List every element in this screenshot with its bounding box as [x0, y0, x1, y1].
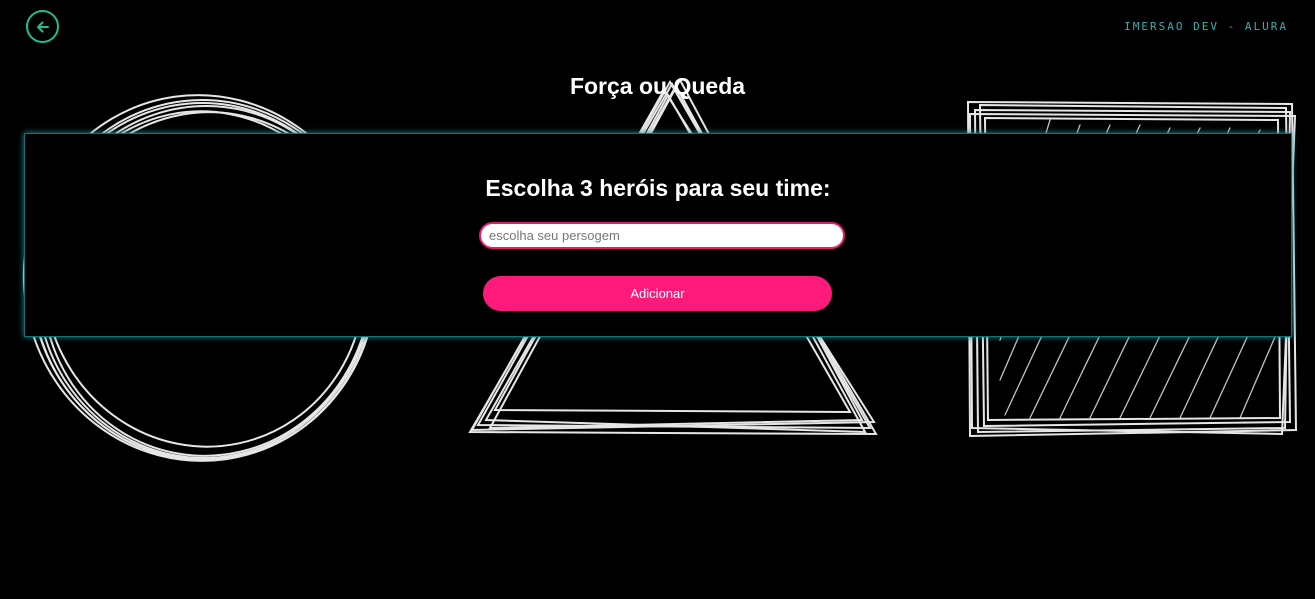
panel-heading: Escolha 3 heróis para seu time: — [485, 175, 831, 201]
hero-search-input[interactable] — [479, 222, 845, 249]
page-title: Força ou Queda — [569, 73, 746, 99]
arrow-left-icon — [36, 21, 49, 32]
brand-logo: imersao dev - alura — [1124, 20, 1288, 33]
hero-selection-panel: Escolha 3 heróis para seu time: Adiciona… — [24, 133, 1292, 337]
add-button[interactable]: Adicionar — [483, 276, 832, 311]
back-button[interactable] — [26, 10, 59, 43]
